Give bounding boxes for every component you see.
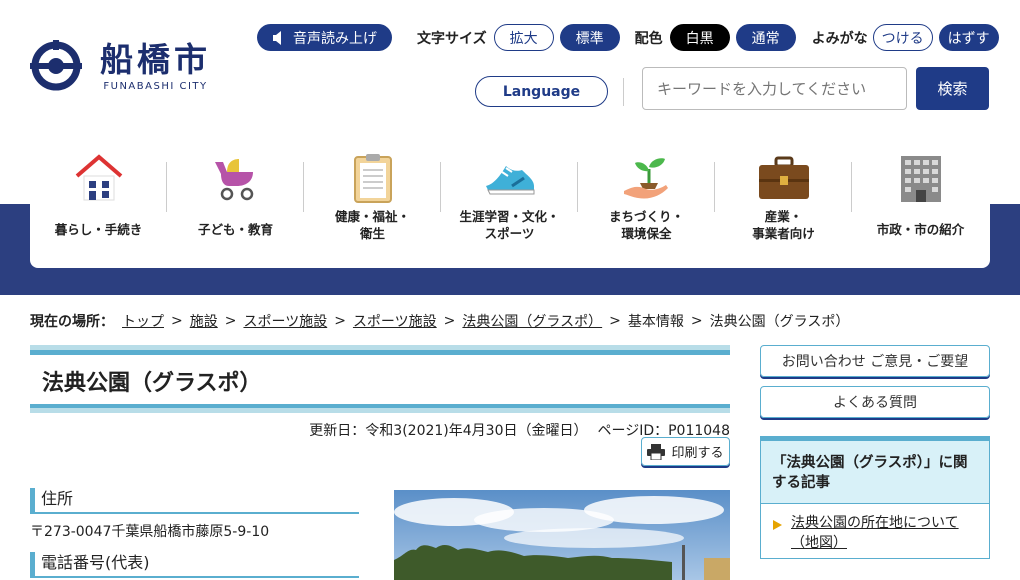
address-text: 〒273-0047千葉県船橋市藤原5-9-10 (30, 524, 270, 540)
breadcrumb-link[interactable]: スポーツ施設 (243, 311, 327, 331)
title-rule (30, 350, 730, 355)
stroller-icon (214, 159, 253, 201)
header-row-2: Language 検索 (475, 67, 989, 110)
breadcrumb-separator: > (224, 313, 237, 329)
phone-heading: 電話番号(代表) (30, 552, 359, 578)
speech-button-label: 音声読み上げ (293, 30, 377, 47)
nav-label: 市政・市の紹介 (876, 222, 965, 237)
font-size-label: 文字サイズ (417, 30, 487, 47)
color-mono-button[interactable]: 白黒 (669, 24, 730, 51)
nav-label: 子ども・教育 (197, 222, 273, 237)
search-button[interactable]: 検索 (916, 67, 989, 110)
nav-label: 産業・ 事業者向け (752, 209, 815, 241)
logo-subtext: FUNABASHI CITY (103, 80, 208, 92)
nav-item-children[interactable]: 子ども・教育 (167, 140, 304, 268)
color-normal-button[interactable]: 通常 (735, 24, 796, 51)
breadcrumb-separator: > (443, 313, 456, 329)
nav-item-learning[interactable]: 生涯学習・文化・ スポーツ (441, 140, 578, 268)
breadcrumb-link[interactable]: スポーツ施設 (353, 311, 437, 331)
language-button[interactable]: Language (475, 76, 608, 107)
yomigana-on-button[interactable]: つける (872, 24, 933, 51)
breadcrumb-separator: > (171, 313, 183, 329)
sprout-hand-icon (623, 158, 668, 199)
briefcase-icon (758, 156, 809, 199)
related-heading: 「法典公園（グラスポ）」に関する記事 (761, 437, 989, 504)
park-image (394, 490, 730, 580)
breadcrumb-text: 基本情報 (627, 314, 684, 330)
font-size-standard-button[interactable]: 標準 (559, 24, 620, 51)
related-articles: 「法典公園（グラスポ）」に関する記事 法典公園の所在地について（地図） (760, 436, 990, 559)
print-button-label: 印刷する (671, 446, 724, 461)
house-icon (75, 154, 122, 201)
breadcrumb: 現在の場所： トップ > 施設 > スポーツ施設 > スポーツ施設 > 法典公園… (30, 311, 849, 331)
yomigana-label: よみがな (811, 30, 868, 47)
park-photo (394, 490, 730, 580)
print-button[interactable]: 印刷する (641, 437, 730, 466)
breadcrumb-current: 法典公園（グラスポ） (709, 314, 850, 330)
yomigana-off-button[interactable]: はずす (938, 24, 999, 51)
sneaker-icon (485, 166, 534, 195)
main-nav: 暮らし・手続き 子ども・教育 健康・福祉・ 衛生 生涯学習・文化・ スポーツ ま… (30, 140, 990, 268)
contact-button[interactable]: お問い合わせ ご意見・ご要望 (760, 345, 990, 377)
nav-label: まちづくり・ 環境保全 (608, 209, 684, 241)
nav-item-cityhall[interactable]: 市政・市の紹介 (852, 140, 989, 268)
list-item: 法典公園の所在地について（地図） (761, 504, 989, 553)
bullet-arrow-icon (773, 520, 782, 530)
speaker-icon (273, 30, 281, 45)
breadcrumb-link[interactable]: 施設 (190, 311, 218, 331)
page-title-block: 法典公園（グラスポ） (30, 345, 730, 413)
page-title: 法典公園（グラスポ） (42, 371, 262, 396)
nav-item-health[interactable]: 健康・福祉・ 衛生 (304, 140, 441, 268)
nav-label: 健康・福祉・ 衛生 (334, 209, 410, 241)
title-rule (30, 408, 730, 413)
nav-label: 暮らし・手続き (54, 222, 143, 237)
divider (623, 77, 624, 106)
breadcrumb-link[interactable]: 法典公園（グラスポ） (462, 311, 602, 331)
font-size-enlarge-button[interactable]: 拡大 (493, 24, 554, 51)
updated-date: 更新日：令和3(2021)年4月30日（金曜日） (309, 423, 588, 439)
related-link[interactable]: 法典公園の所在地について（地図） (791, 515, 959, 551)
breadcrumb-separator: > (334, 313, 346, 329)
nav-item-living[interactable]: 暮らし・手続き (30, 140, 167, 268)
breadcrumb-link[interactable]: トップ (122, 311, 164, 331)
building-icon (900, 156, 941, 202)
accessibility-toolbar: 音声読み上げ 文字サイズ 拡大 標準 配色 白黒 通常 よみがな つける はずす (257, 24, 999, 51)
color-label: 配色 (634, 30, 663, 47)
nav-item-business[interactable]: 産業・ 事業者向け (715, 140, 852, 268)
logo-text: 船橋市 (100, 39, 211, 79)
site-logo[interactable]: 船橋市 FUNABASHI CITY (30, 40, 211, 92)
nav-label: 生涯学習・文化・ スポーツ (459, 209, 560, 241)
faq-button[interactable]: よくある質問 (760, 386, 990, 418)
speech-button[interactable]: 音声読み上げ (257, 24, 392, 51)
printer-icon (647, 443, 666, 460)
address-heading: 住所 (30, 488, 359, 514)
clipboard-icon (353, 154, 392, 203)
city-emblem-icon (30, 40, 82, 91)
page: 船橋市 FUNABASHI CITY 音声読み上げ 文字サイズ 拡大 標準 配色… (0, 0, 1020, 580)
breadcrumb-separator: > (690, 313, 703, 329)
search-input[interactable] (642, 67, 907, 110)
breadcrumb-separator: > (609, 313, 621, 329)
nav-item-town[interactable]: まちづくり・ 環境保全 (578, 140, 715, 268)
breadcrumb-label: 現在の場所： (30, 314, 114, 330)
